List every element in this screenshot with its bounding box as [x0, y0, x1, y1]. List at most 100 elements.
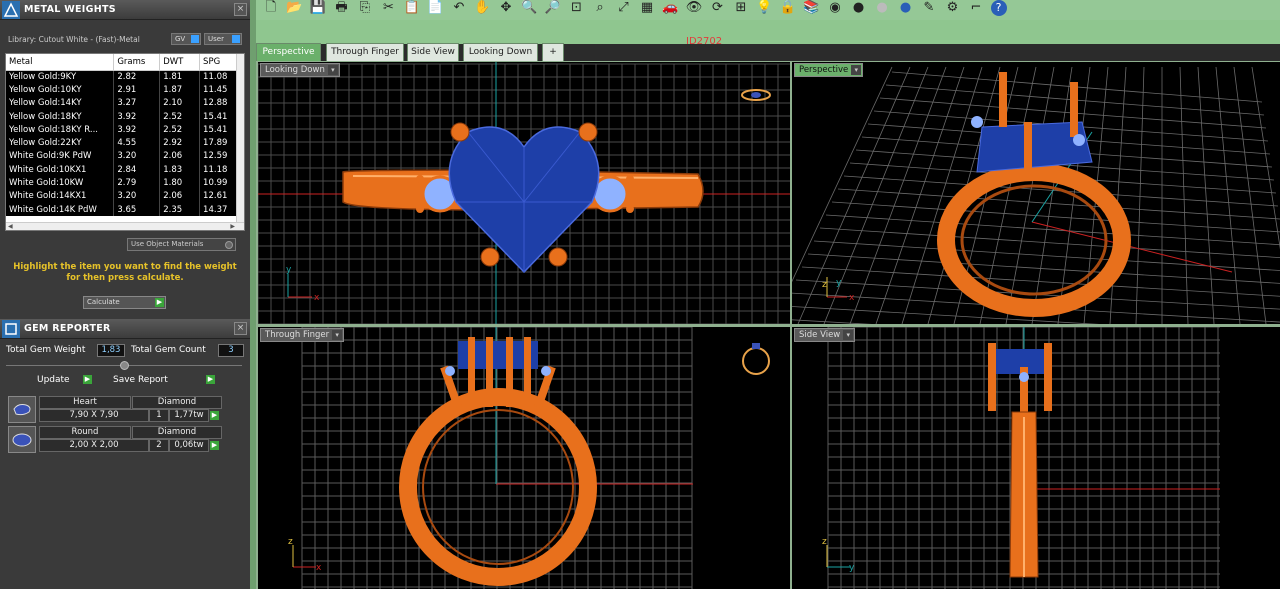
- metal-spg: 11.18: [199, 163, 238, 177]
- viewport-through-finger[interactable]: z x Through Finger ▾: [258, 327, 790, 589]
- gv-label: GV: [175, 35, 186, 43]
- gem-row[interactable]: Round Diamond 2,00 X 2,00 2 0,06tw ▶: [6, 426, 222, 454]
- new-icon[interactable]: 🗋: [262, 0, 280, 16]
- viewport-label-looking-down[interactable]: Looking Down ▾: [260, 63, 340, 77]
- zoom-window-icon[interactable]: ⌕: [591, 0, 609, 16]
- save-report-button[interactable]: Save Report ▶: [113, 374, 215, 387]
- total-gem-count-label: Total Gem Count: [131, 345, 206, 355]
- gear-icon[interactable]: ⚙: [944, 0, 962, 16]
- rotate-icon[interactable]: ⟳: [709, 0, 727, 16]
- metal-weights-close-button[interactable]: ×: [234, 3, 247, 16]
- scroll-right-icon[interactable]: ▶: [230, 223, 235, 230]
- add-tab-button[interactable]: +: [542, 43, 564, 61]
- trim-icon[interactable]: ⌐: [967, 0, 985, 16]
- save-icon[interactable]: 💾: [309, 0, 327, 16]
- gem-select-arrow-icon[interactable]: ▶: [210, 441, 219, 450]
- metal-table[interactable]: Metal Grams DWT SPG Yellow Gold:9KY 2.82 1…: [5, 53, 245, 231]
- open-icon[interactable]: 📂: [286, 0, 304, 16]
- metal-table-row[interactable]: White Gold:10KW 2.79 1.80 10.99: [6, 176, 238, 190]
- highlight-hint: Highlight the item you want to find the …: [10, 262, 240, 284]
- user-label: User: [208, 35, 224, 43]
- zoom-box-icon[interactable]: ⊡: [568, 0, 586, 16]
- gem-row[interactable]: Heart Diamond 7,90 X 7,90 1 1,77tw ▶: [6, 396, 222, 424]
- radio-icon: [225, 241, 233, 249]
- splitter-handle-icon[interactable]: [120, 361, 129, 370]
- col-metal[interactable]: Metal: [6, 54, 115, 71]
- gem-count: 1: [149, 409, 169, 422]
- paste-icon[interactable]: 📋: [403, 0, 421, 16]
- scroll-left-icon[interactable]: ◀: [8, 223, 13, 230]
- bulb-icon[interactable]: 💡: [756, 0, 774, 16]
- viewport-label-through-finger[interactable]: Through Finger ▾: [260, 328, 345, 342]
- metal-spg: 11.08: [199, 70, 238, 84]
- viewport-perspective[interactable]: z x y Perspective ▾: [792, 62, 1280, 324]
- metal-dwt: 1.83: [159, 163, 201, 177]
- metal-spg: 12.59: [199, 149, 238, 164]
- metal-table-row[interactable]: Yellow Gold:9KY 2.82 1.81 11.08: [6, 70, 238, 84]
- metal-table-row[interactable]: Yellow Gold:18KY R... 3.92 2.52 15.41: [6, 123, 238, 137]
- print-icon[interactable]: 🖶: [333, 0, 351, 16]
- wand-icon[interactable]: ✎: [920, 0, 938, 16]
- copy-icon[interactable]: ⎘: [356, 0, 374, 16]
- metal-table-row[interactable]: White Gold:9K PdW 3.20 2.06 12.59: [6, 149, 238, 164]
- tab-perspective[interactable]: Perspective: [256, 43, 321, 61]
- metal-table-row[interactable]: White Gold:10KX1 2.84 1.83 11.18: [6, 163, 238, 177]
- axis-label-z: z: [822, 280, 827, 290]
- color-wheel-icon[interactable]: ◉: [826, 0, 844, 16]
- metal-spg: 12.61: [199, 189, 238, 203]
- metal-table-row[interactable]: White Gold:14KX1 3.20 2.06 12.61: [6, 189, 238, 203]
- gv-toggle[interactable]: GV: [171, 33, 201, 45]
- tab-looking-down[interactable]: Looking Down: [463, 43, 538, 61]
- zoom-extents-icon[interactable]: ⤢: [615, 0, 633, 16]
- metal-table-row[interactable]: Yellow Gold:18KY 3.92 2.52 15.41: [6, 109, 238, 124]
- update-button[interactable]: Update ▶: [37, 374, 92, 387]
- metal-table-horizontal-scrollbar[interactable]: ◀ ▶: [6, 222, 244, 230]
- help-icon[interactable]: ?: [990, 0, 1007, 16]
- layers-icon[interactable]: 📚: [803, 0, 821, 16]
- gem-size: 2,00 X 2,00: [39, 439, 149, 452]
- grid-icon[interactable]: ▦: [638, 0, 656, 16]
- save-report-label: Save Report: [113, 375, 168, 385]
- hint-line-1: Highlight the item you want to find the …: [13, 262, 237, 272]
- viewport-side-view[interactable]: z y Side View ▾: [792, 327, 1280, 589]
- tab-through-finger[interactable]: Through Finger: [326, 43, 404, 61]
- lock-icon[interactable]: 🔒: [779, 0, 797, 16]
- zoom-in-icon[interactable]: 🔍: [521, 0, 539, 16]
- col-grams[interactable]: Grams: [113, 54, 161, 71]
- cut-icon[interactable]: ✂: [380, 0, 398, 16]
- move-icon[interactable]: ✥: [497, 0, 515, 16]
- sphere-blue-icon[interactable]: ●: [897, 0, 915, 16]
- metal-grams: 4.55: [113, 136, 161, 150]
- undo-icon[interactable]: ↶: [450, 0, 468, 16]
- col-spg[interactable]: SPG: [199, 54, 238, 71]
- toolbar: 🗋 📂 💾 🖶 ⎘ ✂ 📋 📄 ↶ ✋ ✥ 🔍 🔎 ⊡ ⌕ ⤢ ▦ 🚗 👁 ⟳ ⊞ 💡 🔒 📚 ◉ ● ● ● ✎ ⚙ ⌐?: [250, 0, 1280, 44]
- hand-icon[interactable]: ✋: [474, 0, 492, 16]
- col-dwt[interactable]: DWT: [159, 54, 201, 71]
- metal-table-row[interactable]: Yellow Gold:22KY 4.55 2.92 17.89: [6, 136, 238, 150]
- snap-icon[interactable]: ⊞: [732, 0, 750, 16]
- gem-material: Diamond: [132, 396, 222, 409]
- viewport-looking-down[interactable]: y x Looking Down ▾: [258, 62, 790, 324]
- metal-grams: 3.20: [113, 189, 161, 203]
- viewport-label-perspective[interactable]: Perspective ▾: [794, 63, 864, 77]
- clipboard-icon[interactable]: 📄: [427, 0, 445, 16]
- viewport-label-side-view[interactable]: Side View ▾: [794, 328, 856, 342]
- metal-dwt: 1.81: [159, 70, 201, 84]
- document-id: ID2702: [686, 36, 723, 47]
- eye-icon[interactable]: 👁: [685, 0, 703, 16]
- sphere-light-icon[interactable]: ●: [873, 0, 891, 16]
- metal-table-row[interactable]: White Gold:14K PdW 3.65 2.35 14.37: [6, 202, 238, 217]
- user-toggle[interactable]: User: [204, 33, 242, 45]
- zoom-out-icon[interactable]: 🔎: [544, 0, 562, 16]
- metal-table-row[interactable]: Yellow Gold:14KY 3.27 2.10 12.88: [6, 96, 238, 110]
- gem-reporter-close-button[interactable]: ×: [234, 322, 247, 335]
- use-object-materials-option[interactable]: Use Object Materials: [127, 238, 236, 251]
- metal-table-row[interactable]: Yellow Gold:10KY 2.91 1.87 11.45: [6, 83, 238, 97]
- sphere-dark-icon[interactable]: ●: [850, 0, 868, 16]
- calculate-button[interactable]: Calculate ▶: [83, 296, 166, 309]
- gem-select-arrow-icon[interactable]: ▶: [210, 411, 219, 420]
- user-indicator-icon: [232, 35, 240, 43]
- metal-table-vertical-scrollbar[interactable]: [236, 54, 244, 224]
- tab-side-view[interactable]: Side View: [407, 43, 459, 61]
- car-icon[interactable]: 🚗: [662, 0, 680, 16]
